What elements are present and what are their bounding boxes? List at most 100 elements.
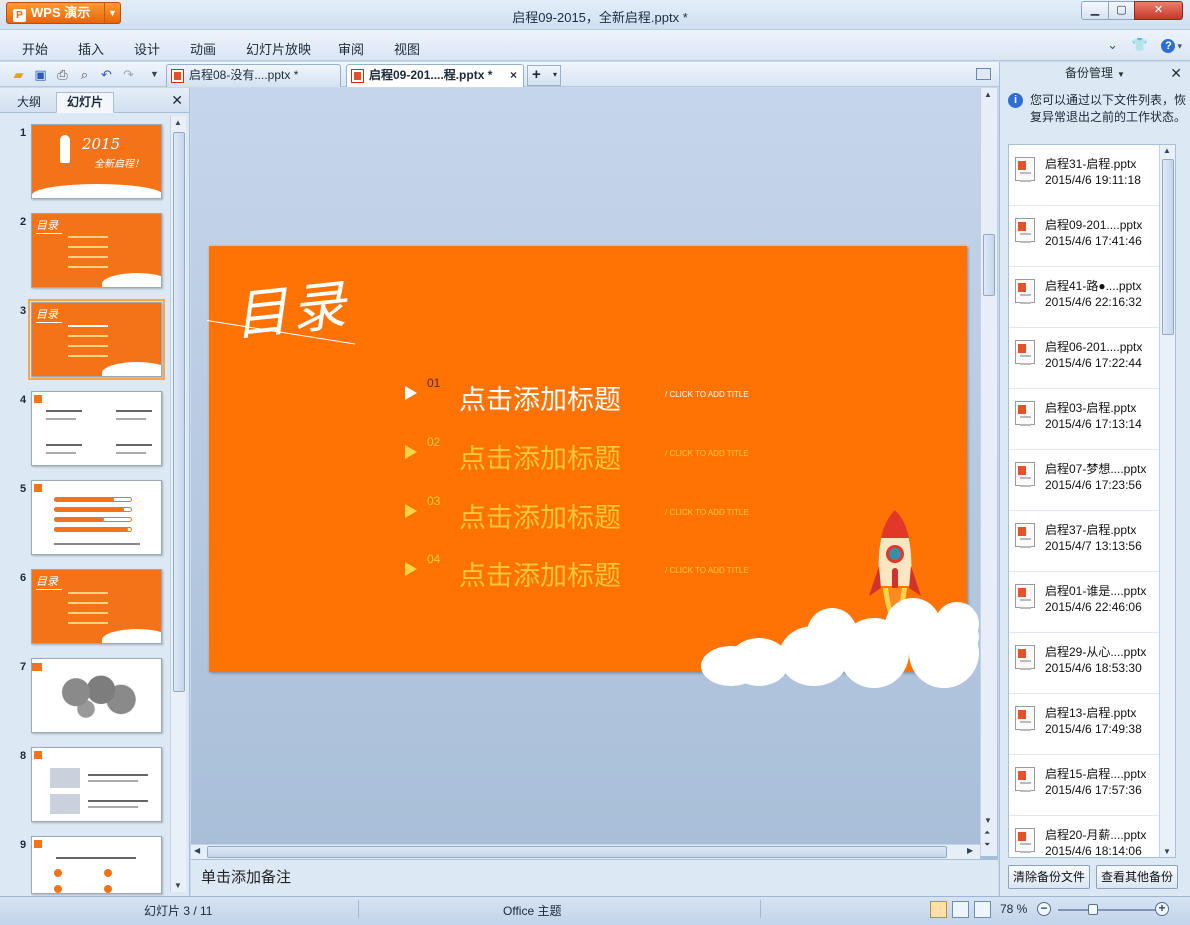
toc-item[interactable]: 04 点击添加标题 / CLICK TO ADD TITLE	[405, 552, 805, 596]
toc-title[interactable]: 点击添加标题	[459, 437, 621, 476]
doc-tab-inactive[interactable]: 启程08-没有....pptx * ×	[166, 64, 341, 87]
menu-animation[interactable]: 动画	[190, 39, 216, 58]
zoom-in-button[interactable]: +	[1155, 902, 1169, 916]
skin-icon[interactable]: 👕	[1132, 37, 1148, 52]
close-window-button[interactable]: ✕	[1134, 1, 1183, 20]
zoom-slider[interactable]	[1058, 904, 1156, 915]
slide-thumbnail[interactable]: 目录	[28, 299, 165, 380]
scroll-up-icon[interactable]: ▲	[1163, 146, 1171, 155]
slide-title[interactable]: 目录	[229, 260, 353, 351]
toc-title[interactable]: 点击添加标题	[459, 378, 621, 417]
chevron-down-icon[interactable]: ⌄	[1107, 37, 1118, 52]
view-other-backups-button[interactable]: 查看其他备份	[1096, 865, 1178, 889]
redo-icon[interactable]: ↷	[120, 66, 137, 83]
scroll-down-icon[interactable]: ▼	[1163, 847, 1171, 856]
slide-thumbnail-item[interactable]: 5	[0, 480, 170, 560]
slide-thumbnail-item-selected[interactable]: 3 目录	[0, 299, 170, 382]
toc-title[interactable]: 点击添加标题	[459, 554, 621, 593]
toc-title[interactable]: 点击添加标题	[459, 496, 621, 535]
toc-item[interactable]: 01 点击添加标题 / CLICK TO ADD TITLE	[405, 376, 805, 420]
slide-thumbnail-item[interactable]: 1 2015 全新启程！	[0, 124, 170, 204]
maximize-button[interactable]: ▢	[1108, 1, 1135, 20]
backup-file-item[interactable]: 启程37-启程.pptx 2015/4/7 13:13:56	[1009, 511, 1159, 572]
help-icon[interactable]: ?	[1161, 39, 1176, 53]
save-icon[interactable]: ▣	[32, 66, 49, 83]
backup-panel-header[interactable]: 备份管理 ▼ ✕	[1000, 62, 1190, 84]
toc-item[interactable]: 02 点击添加标题 / CLICK TO ADD TITLE	[405, 435, 805, 479]
scroll-down-icon[interactable]: ▼	[984, 816, 992, 825]
backup-file-item[interactable]: 启程41-路●....pptx 2015/4/6 22:16:32	[1009, 267, 1159, 328]
backup-file-item[interactable]: 启程13-启程.pptx 2015/4/6 17:49:38	[1009, 694, 1159, 755]
new-tab-button[interactable]: + ▾	[527, 65, 561, 86]
normal-view-icon[interactable]	[930, 901, 947, 918]
menu-insert[interactable]: 插入	[78, 39, 104, 58]
chevron-down-icon[interactable]: ▾	[553, 66, 557, 84]
print-icon[interactable]: ⎙	[54, 66, 71, 83]
slide-thumbnail[interactable]	[31, 658, 162, 733]
scrollbar-thumb[interactable]	[207, 846, 947, 858]
slide-thumbnail[interactable]	[31, 747, 162, 822]
zoom-out-button[interactable]: −	[1037, 902, 1051, 916]
zoom-level[interactable]: 78 %	[1000, 902, 1027, 916]
notes-pane[interactable]: 单击添加备注	[191, 859, 998, 896]
chevron-down-icon[interactable]: ▼	[104, 3, 120, 23]
slide-thumbnail[interactable]: 目录	[31, 569, 162, 644]
slideshow-view-icon[interactable]	[974, 901, 991, 918]
notes-placeholder[interactable]: 单击添加备注	[201, 866, 291, 887]
minimize-button[interactable]: ▁	[1081, 1, 1109, 20]
task-pane-toggle-icon[interactable]	[976, 68, 991, 80]
slide-thumbnail[interactable]: 目录	[31, 213, 162, 288]
tab-slides[interactable]: 幻灯片	[56, 92, 115, 113]
customize-toolbar-icon[interactable]: ▼	[146, 66, 163, 83]
menu-view[interactable]: 视图	[394, 39, 420, 58]
scrollbar-thumb[interactable]	[983, 234, 995, 296]
scroll-right-icon[interactable]: ▶	[967, 846, 973, 855]
slide-thumbnail[interactable]	[31, 391, 162, 466]
close-tab-icon[interactable]: ×	[510, 65, 517, 86]
scrollbar-thumb[interactable]	[1162, 159, 1174, 335]
menu-home[interactable]: 开始	[22, 39, 48, 58]
next-slide-icon[interactable]: ⏷	[984, 840, 990, 850]
close-icon[interactable]: ✕	[171, 92, 183, 109]
scrollbar-thumb[interactable]	[173, 132, 185, 692]
scroll-up-icon[interactable]: ▲	[174, 118, 182, 127]
menu-design[interactable]: 设计	[134, 39, 160, 58]
app-menu-button[interactable]: P WPS 演示 ▼	[6, 2, 121, 24]
menu-slideshow[interactable]: 幻灯片放映	[246, 39, 311, 58]
doc-tab-active[interactable]: 启程09-201....程.pptx * ×	[346, 64, 524, 87]
scroll-up-icon[interactable]: ▲	[984, 90, 992, 99]
backup-file-item[interactable]: 启程31-启程.pptx 2015/4/6 19:11:18	[1009, 145, 1159, 206]
chevron-down-icon[interactable]: ▼	[1117, 70, 1125, 79]
slide-thumbnail-item[interactable]: 8	[0, 747, 170, 827]
slide-sorter-view-icon[interactable]	[952, 901, 969, 918]
backup-file-item[interactable]: 启程01-谁是....pptx 2015/4/6 22:46:06	[1009, 572, 1159, 633]
slide-thumbnail-item[interactable]: 4	[0, 391, 170, 471]
menu-review[interactable]: 审阅	[338, 39, 364, 58]
clear-backup-button[interactable]: 清除备份文件	[1008, 865, 1090, 889]
slide-thumbnail[interactable]	[31, 480, 162, 555]
scroll-left-icon[interactable]: ◀	[194, 846, 200, 855]
slide-thumbnail-item[interactable]: 2 目录	[0, 213, 170, 293]
zoom-slider-knob[interactable]	[1087, 904, 1098, 915]
backup-file-item[interactable]: 启程07-梦想....pptx 2015/4/6 17:23:56	[1009, 450, 1159, 511]
open-folder-icon[interactable]: ▰	[10, 66, 27, 83]
slide-thumbnail-item[interactable]: 6 目录	[0, 569, 170, 649]
backup-list-scrollbar[interactable]: ▲ ▼	[1159, 145, 1175, 857]
previous-slide-icon[interactable]: ⏶	[984, 828, 990, 838]
backup-file-item[interactable]: 启程09-201....pptx 2015/4/6 17:41:46	[1009, 206, 1159, 267]
backup-file-item[interactable]: 启程29-从心....pptx 2015/4/6 18:53:30	[1009, 633, 1159, 694]
undo-icon[interactable]: ↶	[98, 66, 115, 83]
slides-panel-scrollbar[interactable]: ▲ ▼	[170, 116, 186, 892]
backup-file-item[interactable]: 启程20-月薪....pptx 2015/4/6 18:14:06	[1009, 816, 1159, 857]
close-icon[interactable]: ✕	[1170, 62, 1182, 84]
editor-horizontal-scrollbar[interactable]: ◀ ▶	[191, 844, 980, 859]
current-slide[interactable]: 目录 01 点击添加标题 / CLICK TO ADD TITLE 02 点击添…	[206, 246, 979, 688]
toc-item[interactable]: 03 点击添加标题 / CLICK TO ADD TITLE	[405, 494, 805, 538]
backup-file-item[interactable]: 启程03-启程.pptx 2015/4/6 17:13:14	[1009, 389, 1159, 450]
slide-thumbnail-item[interactable]: 7	[0, 658, 170, 738]
chevron-down-icon[interactable]: ▾	[1177, 41, 1182, 51]
backup-file-item[interactable]: 启程15-启程....pptx 2015/4/6 17:57:36	[1009, 755, 1159, 816]
scroll-down-icon[interactable]: ▼	[174, 881, 182, 890]
print-preview-icon[interactable]: ⌕	[76, 66, 93, 83]
slide-thumbnail[interactable]: 2015 全新启程！	[31, 124, 162, 199]
